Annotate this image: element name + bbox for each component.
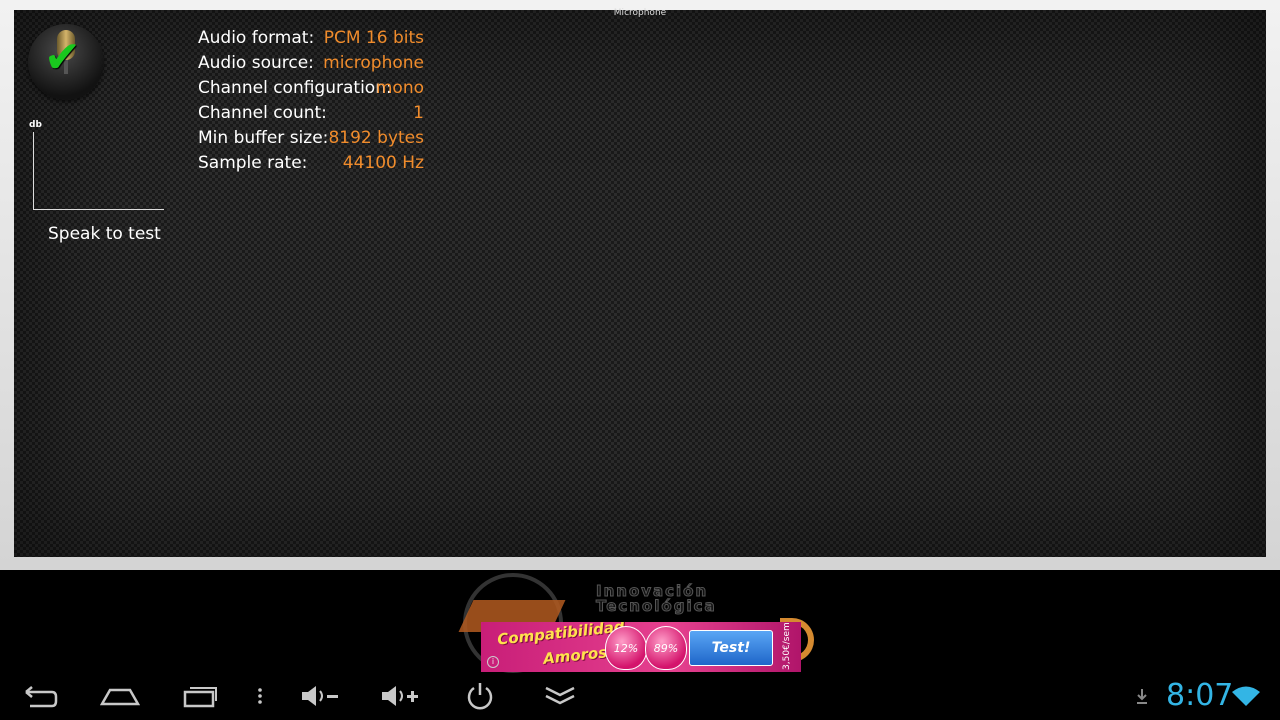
- prop-label: Sample rate:: [198, 153, 308, 173]
- speak-to-test-hint: Speak to test: [48, 224, 161, 244]
- prop-value: PCM 16 bits: [323, 28, 424, 48]
- prop-channel-count: Channel count: 1: [198, 101, 424, 126]
- audio-properties: Audio format: PCM 16 bits Audio source: …: [198, 26, 424, 176]
- prop-value: 44100 Hz: [342, 153, 424, 173]
- wifi-icon: [1228, 680, 1264, 712]
- microphone-check-icon: ✔: [28, 24, 104, 100]
- ad-price: 3,50€/sem.: [782, 622, 792, 670]
- volume-up-icon[interactable]: [380, 680, 420, 712]
- prop-min-buffer-size: Min buffer size: 8192 bytes: [198, 126, 424, 151]
- prop-value: microphone: [323, 53, 424, 73]
- power-icon[interactable]: [460, 680, 500, 712]
- prop-value: mono: [375, 78, 424, 98]
- window-title: Microphone: [613, 8, 667, 18]
- ad-info-icon[interactable]: i: [487, 656, 499, 668]
- prop-label: Audio source:: [198, 53, 314, 73]
- prop-label: Channel configuration:: [198, 78, 392, 98]
- recent-apps-icon[interactable]: [180, 680, 220, 712]
- checkmark-icon: ✔: [44, 32, 81, 83]
- prop-label: Audio format:: [198, 28, 315, 48]
- prop-label: Min buffer size:: [198, 128, 329, 148]
- ad-banner[interactable]: Compatibilidad Amorosa 12% 89% Test! 3,5…: [481, 622, 801, 672]
- db-meter-graph: [33, 132, 164, 210]
- prop-channel-configuration: Channel configuration: mono: [198, 76, 424, 101]
- collapse-icon[interactable]: [540, 680, 580, 712]
- home-icon[interactable]: [100, 680, 140, 712]
- prop-label: Channel count:: [198, 103, 327, 123]
- back-icon[interactable]: [20, 680, 60, 712]
- prop-sample-rate: Sample rate: 44100 Hz: [198, 151, 424, 176]
- prop-value: 1: [413, 103, 424, 123]
- ad-test-button[interactable]: Test!: [689, 630, 773, 666]
- overflow-menu-icon[interactable]: [240, 680, 280, 712]
- volume-down-icon[interactable]: [300, 680, 340, 712]
- app-window: Microphone ✔ db Speak to test Audio form…: [0, 0, 1280, 570]
- heart-icon: 12%: [605, 626, 647, 670]
- prop-audio-format: Audio format: PCM 16 bits: [198, 26, 424, 51]
- prop-audio-source: Audio source: microphone: [198, 51, 424, 76]
- logo-text-line2: Tecnológica: [596, 597, 717, 616]
- prop-value: 8192 bytes: [328, 128, 424, 148]
- heart-icon: 89%: [645, 626, 687, 670]
- db-axis-label: db: [29, 120, 42, 130]
- download-icon: [1124, 680, 1160, 712]
- status-clock: 8:07: [1166, 678, 1234, 713]
